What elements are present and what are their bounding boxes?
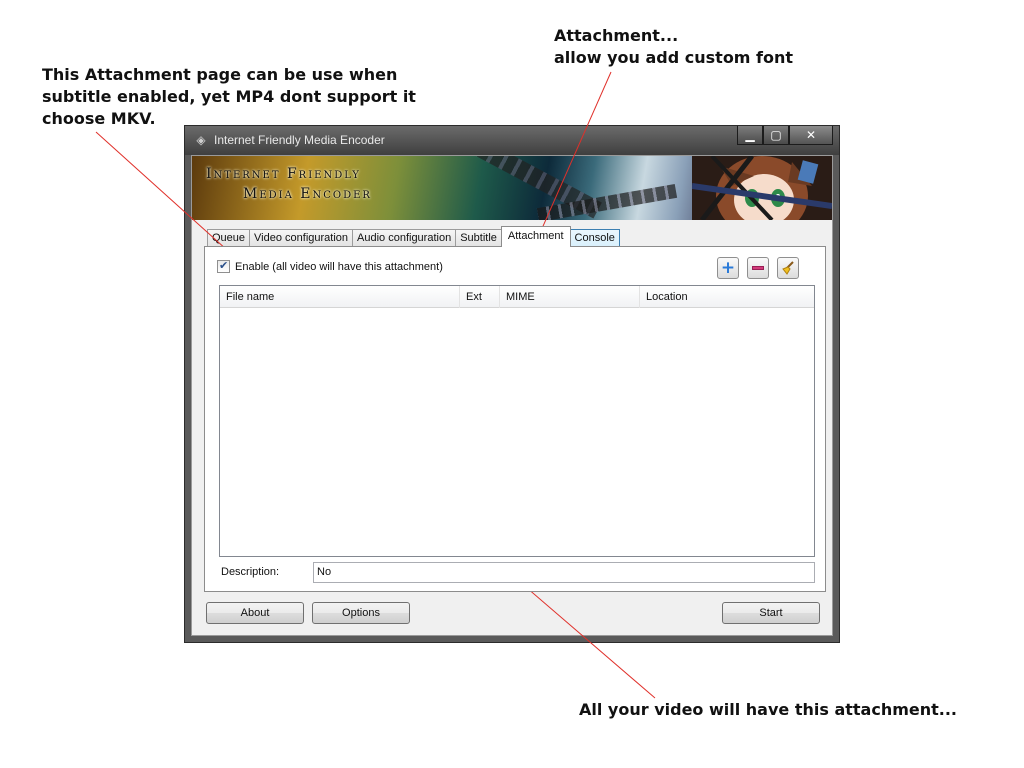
annotation-attachment-page: This Attachment page can be use when sub… bbox=[42, 64, 416, 130]
tab-console[interactable]: Console bbox=[569, 229, 620, 247]
tab-subtitle[interactable]: Subtitle bbox=[455, 229, 502, 247]
tab-audio-configuration[interactable]: Audio configuration bbox=[352, 229, 457, 247]
annotation-line: allow you add custom font bbox=[554, 48, 794, 67]
description-label: Description: bbox=[221, 566, 280, 578]
enable-attachment-checkbox[interactable]: ✔ bbox=[217, 259, 230, 273]
tab-bar: Queue Video configuration Audio configur… bbox=[207, 226, 620, 247]
window-controls: ▁ ▢ ✕ bbox=[737, 126, 833, 146]
app-window: ◈ Internet Friendly Media Encoder ▁ ▢ ✕ bbox=[184, 125, 840, 643]
attachment-list[interactable]: File name Ext MIME Location bbox=[219, 285, 815, 557]
remove-attachment-button[interactable] bbox=[747, 257, 769, 279]
annotation-line: subtitle enabled, yet MP4 dont support i… bbox=[42, 87, 416, 106]
attachment-tab-page: ✔ Enable (all video will have this attac… bbox=[204, 246, 826, 592]
maximize-button[interactable]: ▢ bbox=[763, 126, 789, 145]
attachment-list-header: File name Ext MIME Location bbox=[220, 286, 814, 308]
banner-title-line: Internet Friendly bbox=[206, 166, 361, 182]
about-button[interactable]: About bbox=[206, 602, 304, 624]
add-icon: + bbox=[720, 257, 736, 278]
annotation-line: This Attachment page can be use when bbox=[42, 65, 398, 84]
tab-attachment[interactable]: Attachment bbox=[500, 226, 571, 247]
tab-queue[interactable]: Queue bbox=[207, 229, 251, 247]
description-row: Description: No bbox=[219, 562, 815, 584]
column-header-ext[interactable]: Ext bbox=[460, 286, 500, 308]
window-title: Internet Friendly Media Encoder bbox=[214, 133, 385, 147]
banner-title-line: Media Encoder bbox=[243, 186, 372, 202]
start-button[interactable]: Start bbox=[722, 602, 820, 624]
enable-attachment-row: ✔ Enable (all video will have this attac… bbox=[217, 259, 443, 273]
add-attachment-button[interactable]: + bbox=[717, 257, 739, 279]
title-bar[interactable]: ◈ Internet Friendly Media Encoder ▁ ▢ ✕ bbox=[185, 126, 839, 155]
column-header-mime[interactable]: MIME bbox=[500, 286, 640, 308]
enable-attachment-label[interactable]: Enable (all video will have this attachm… bbox=[235, 261, 443, 273]
options-button[interactable]: Options bbox=[312, 602, 410, 624]
column-header-location[interactable]: Location bbox=[640, 286, 812, 308]
minimize-button[interactable]: ▁ bbox=[737, 126, 763, 145]
checkmark-icon: ✔ bbox=[219, 259, 229, 272]
description-field[interactable]: No bbox=[313, 562, 815, 583]
annotation-line: Attachment... bbox=[554, 26, 679, 45]
app-icon: ◈ bbox=[196, 133, 206, 147]
clear-broom-icon bbox=[782, 261, 794, 275]
column-header-file-name[interactable]: File name bbox=[220, 286, 460, 308]
annotation-all-videos: All your video will have this attachment… bbox=[579, 699, 957, 721]
clear-attachments-button[interactable] bbox=[777, 257, 799, 279]
anime-character-graphic bbox=[692, 156, 832, 220]
app-banner: Internet Friendly Media Encoder bbox=[192, 156, 832, 220]
annotation-custom-font: Attachment... allow you add custom font bbox=[554, 25, 793, 69]
window-client-area: Internet Friendly Media Encoder Queue Vi… bbox=[191, 155, 833, 636]
remove-icon bbox=[752, 266, 764, 270]
tab-video-configuration[interactable]: Video configuration bbox=[249, 229, 354, 247]
close-button[interactable]: ✕ bbox=[789, 126, 833, 145]
annotation-line: All your video will have this attachment… bbox=[579, 700, 957, 719]
